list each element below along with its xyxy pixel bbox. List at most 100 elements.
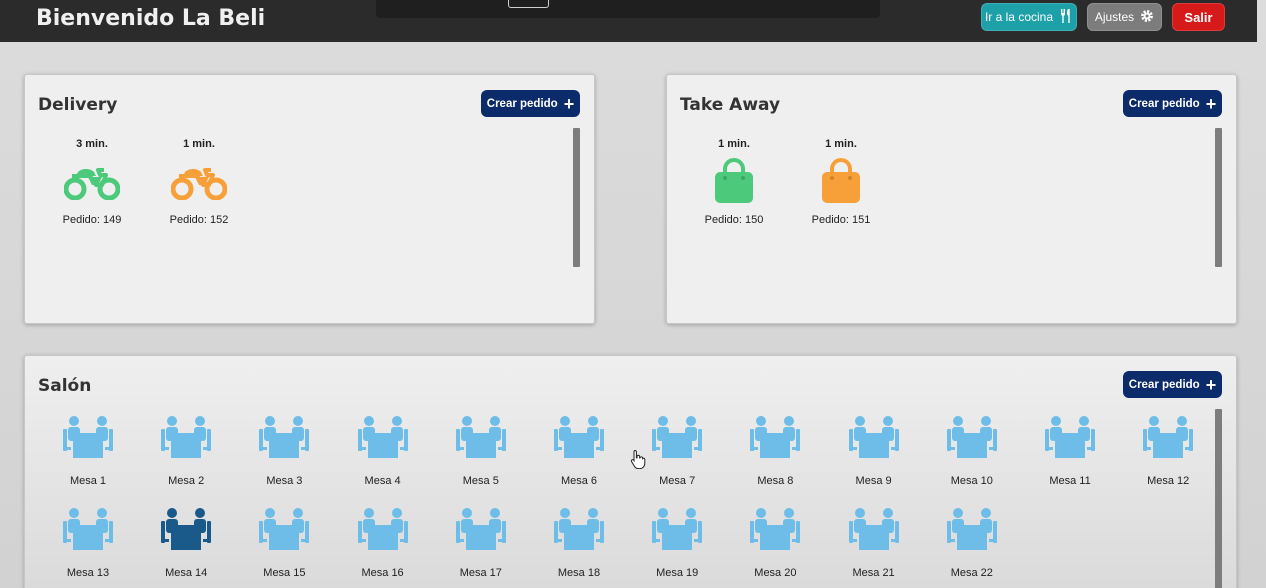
table-item[interactable]: Mesa 15	[244, 502, 324, 579]
table-item[interactable]: Mesa 3	[244, 410, 324, 487]
table-label: Mesa 5	[462, 475, 499, 487]
order-time: 1 min.	[183, 138, 215, 150]
table-label: Mesa 7	[659, 475, 696, 487]
table-item[interactable]: Mesa 9	[834, 410, 914, 487]
table-label: Mesa 9	[855, 475, 892, 487]
motorcycle-icon	[47, 152, 137, 210]
create-delivery-order-button[interactable]: Crear pedido +	[481, 90, 580, 117]
dining-table-icon	[441, 502, 521, 558]
window-title-area	[376, 0, 880, 18]
hand-cursor-icon	[630, 449, 646, 470]
settings-button[interactable]: Ajustes	[1087, 3, 1162, 31]
dining-table-icon	[637, 410, 717, 466]
table-label: Mesa 16	[361, 567, 404, 579]
order-time: 1 min.	[718, 138, 750, 150]
create-takeaway-order-button[interactable]: Crear pedido +	[1123, 90, 1222, 117]
table-label: Mesa 13	[66, 567, 110, 579]
table-label: Mesa 3	[266, 475, 303, 487]
order-time: 1 min.	[825, 138, 857, 150]
table-label: Mesa 4	[364, 475, 401, 487]
table-item[interactable]: Mesa 13	[48, 502, 128, 579]
dining-table-icon	[735, 410, 815, 466]
table-item[interactable]: Mesa 21	[834, 502, 914, 579]
dining-table-icon	[539, 502, 619, 558]
table-item[interactable]: Mesa 8	[735, 410, 815, 487]
salon-panel: Salón Crear pedido + Mesa 1 Mesa 2 Mesa 3 M…	[24, 355, 1237, 588]
table-item[interactable]: Mesa 22	[932, 502, 1012, 579]
table-item[interactable]: Mesa 20	[735, 502, 815, 579]
table-label: Mesa 8	[757, 475, 794, 487]
takeaway-title: Take Away	[680, 95, 781, 115]
table-label: Mesa 15	[263, 567, 306, 579]
delivery-order[interactable]: 3 min. Pedido: 149	[47, 138, 137, 226]
delivery-panel: Delivery Crear pedido + 3 min. Pedido: 1…	[24, 74, 595, 324]
shopping-bag-icon	[689, 152, 779, 210]
dining-table-icon	[146, 502, 226, 558]
fork-knife-icon	[1059, 8, 1073, 27]
table-label: Mesa 2	[168, 475, 205, 487]
table-item[interactable]: Mesa 19	[637, 502, 717, 579]
table-item[interactable]: Mesa 12	[1128, 410, 1208, 487]
order-number: Pedido: 150	[704, 214, 764, 226]
top-bar: Bienvenido La Beli Ir a la cocina Ajuste…	[0, 0, 1257, 42]
dining-table-icon	[637, 502, 717, 558]
table-label: Mesa 18	[557, 567, 601, 579]
dining-table-icon	[1128, 410, 1208, 466]
takeaway-scrollbar[interactable]	[1215, 128, 1222, 267]
dining-table-icon	[834, 502, 914, 558]
dining-table-icon	[244, 502, 324, 558]
table-item[interactable]: Mesa 7	[637, 410, 717, 487]
create-delivery-order-label: Crear pedido	[486, 97, 558, 110]
table-item[interactable]: Mesa 6	[539, 410, 619, 487]
delivery-scrollbar[interactable]	[573, 128, 580, 267]
table-item[interactable]: Mesa 16	[343, 502, 423, 579]
create-salon-order-label: Crear pedido	[1128, 378, 1200, 391]
create-takeaway-order-label: Crear pedido	[1128, 97, 1200, 110]
dining-table-icon	[343, 502, 423, 558]
table-label: Mesa 10	[950, 475, 993, 487]
takeaway-order[interactable]: 1 min. Pedido: 150	[689, 138, 779, 226]
table-item[interactable]: Mesa 2	[146, 410, 226, 487]
dining-table-icon	[343, 410, 423, 466]
table-label: Mesa 11	[1049, 475, 1091, 487]
takeaway-order[interactable]: 1 min. Pedido: 151	[796, 138, 886, 226]
settings-label: Ajustes	[1094, 10, 1135, 24]
table-label: Mesa 20	[754, 567, 797, 579]
table-item[interactable]: Mesa 14	[146, 502, 226, 579]
table-label: Mesa 22	[950, 567, 993, 579]
window-handle[interactable]	[508, 0, 549, 8]
exit-button[interactable]: Salir	[1172, 3, 1225, 31]
salon-scrollbar[interactable]	[1215, 409, 1222, 588]
table-label: Mesa 12	[1147, 475, 1190, 487]
delivery-order[interactable]: 1 min. Pedido: 152	[154, 138, 244, 226]
delivery-title: Delivery	[38, 95, 118, 115]
order-time: 3 min.	[76, 138, 108, 150]
table-item[interactable]: Mesa 10	[932, 410, 1012, 487]
table-item[interactable]: Mesa 17	[441, 502, 521, 579]
dining-table-icon	[48, 410, 128, 466]
dining-table-icon	[539, 410, 619, 466]
plus-icon: +	[563, 93, 575, 114]
table-label: Mesa 1	[69, 475, 107, 487]
create-salon-order-button[interactable]: Crear pedido +	[1123, 371, 1222, 398]
dining-table-icon	[441, 410, 521, 466]
table-item[interactable]: Mesa 5	[441, 410, 521, 487]
takeaway-panel: Take Away Crear pedido + 1 min. Pedido: …	[666, 74, 1237, 324]
dining-table-icon	[48, 502, 128, 558]
table-item[interactable]: Mesa 1	[48, 410, 128, 487]
table-label: Mesa 14	[165, 567, 208, 579]
table-label: Mesa 21	[852, 567, 895, 579]
table-label: Mesa 6	[560, 475, 598, 487]
table-item[interactable]: Mesa 11	[1030, 410, 1110, 487]
table-item[interactable]: Mesa 4	[343, 410, 423, 487]
plus-icon: +	[1205, 374, 1217, 395]
gear-icon	[1140, 9, 1154, 26]
salon-title: Salón	[38, 376, 92, 396]
shopping-bag-icon	[796, 152, 886, 210]
table-item[interactable]: Mesa 18	[539, 502, 619, 579]
order-number: Pedido: 152	[169, 214, 229, 226]
order-number: Pedido: 151	[811, 214, 871, 226]
page-title: Bienvenido La Beli	[36, 6, 266, 31]
go-to-kitchen-button[interactable]: Ir a la cocina	[981, 3, 1077, 31]
dining-table-icon	[1030, 410, 1110, 466]
